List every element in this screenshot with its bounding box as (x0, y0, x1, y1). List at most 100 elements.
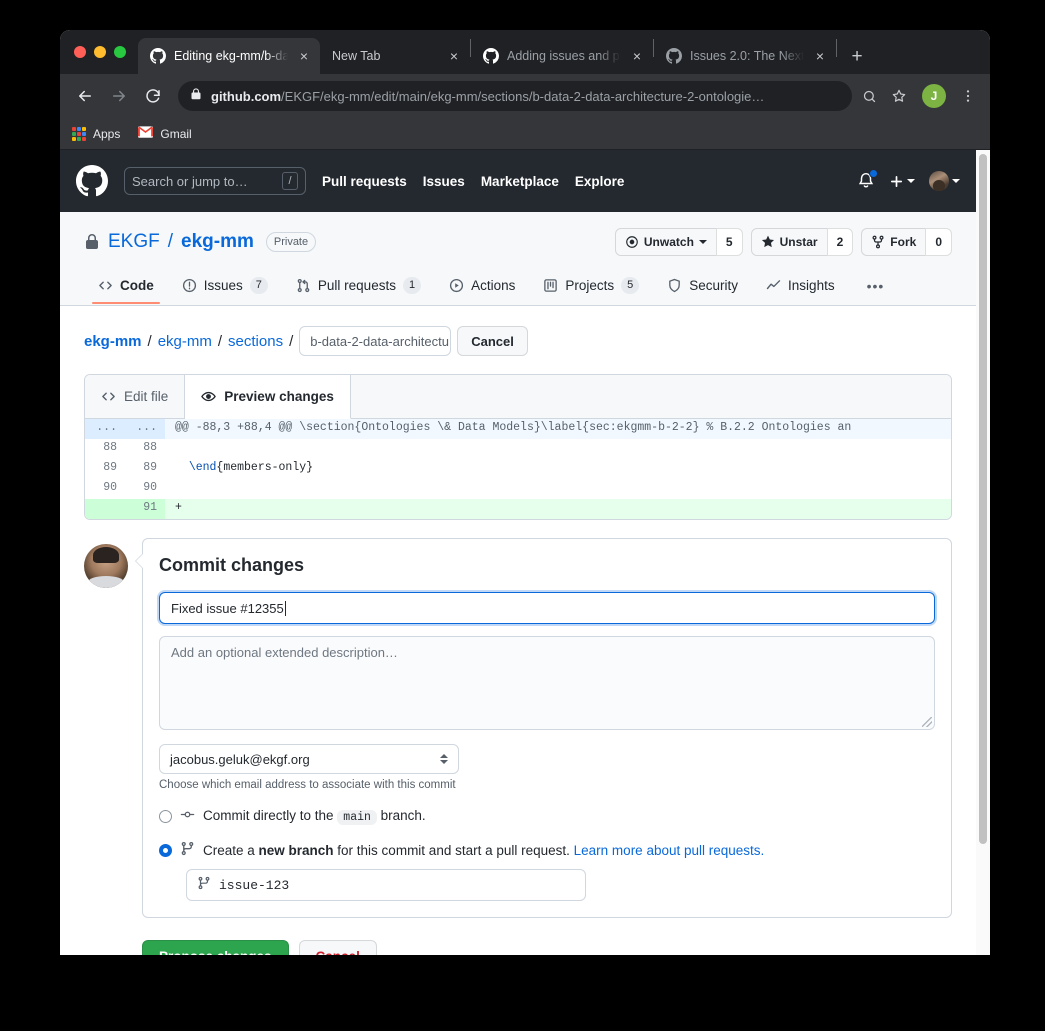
tab-code[interactable]: Code (84, 271, 168, 304)
bookmark-apps[interactable]: Apps (72, 126, 120, 141)
commit-email-select[interactable]: jacobus.geluk@ekgf.org (159, 744, 459, 774)
star-count[interactable]: 2 (826, 228, 854, 256)
browser-window: Editing ekg-mm/b-dat × New Tab × Adding … (60, 30, 990, 955)
resize-handle[interactable] (922, 717, 932, 727)
fork-count[interactable]: 0 (925, 228, 952, 256)
filename-input[interactable]: b-data-2-data-architectu (299, 326, 452, 356)
browser-tab-2[interactable]: Adding issues and pul × (471, 38, 653, 74)
tab-label: Projects (565, 278, 615, 293)
diff-line-number-right: ... (125, 419, 165, 439)
option-text-after: branch. (376, 808, 426, 823)
minimize-window-button[interactable] (94, 46, 106, 58)
tab-preview-changes[interactable]: Preview changes (185, 375, 351, 419)
search-input[interactable]: Search or jump to… / (124, 167, 306, 195)
tab-security[interactable]: Security (653, 271, 752, 304)
nav-pull-requests[interactable]: Pull requests (322, 174, 407, 189)
commit-description-input[interactable]: Add an optional extended description… (159, 636, 935, 730)
breadcrumb-item-2[interactable]: sections (228, 333, 283, 350)
new-tab-button[interactable]: + (843, 42, 871, 70)
learn-more-pull-requests-link[interactable]: Learn more about pull requests. (574, 843, 765, 858)
tab-pull-requests[interactable]: Pull requests 1 (282, 270, 435, 305)
cancel-rename-button[interactable]: Cancel (457, 326, 528, 356)
bookmarks-bar: Apps Gmail (60, 118, 990, 150)
breadcrumb: ekg-mm / ekg-mm / sections / b-data-2-da… (84, 326, 952, 356)
address-bar-url: github.com/EKGF/ekg-mm/edit/main/ekg-mm/… (211, 89, 840, 104)
kebab-menu-icon[interactable] (956, 84, 980, 108)
close-tab-icon[interactable]: × (296, 48, 312, 64)
breadcrumb-item-0[interactable]: ekg-mm (84, 333, 142, 350)
commit-section: Commit changes Fixed issue #12355 Add an… (84, 538, 952, 918)
github-mark-icon[interactable] (76, 165, 108, 197)
url-domain: github.com (211, 88, 282, 104)
tab-issues[interactable]: Issues 7 (168, 270, 282, 305)
fork-button[interactable]: Fork (861, 228, 926, 256)
global-nav: Pull requests Issues Marketplace Explore (322, 174, 624, 189)
fork-label: Fork (890, 235, 917, 249)
reload-icon[interactable] (138, 81, 168, 111)
browser-tab-0[interactable]: Editing ekg-mm/b-dat × (138, 38, 320, 74)
github-page: Search or jump to… / Pull requests Issue… (60, 150, 976, 955)
tab-projects[interactable]: Projects 5 (529, 270, 653, 305)
commit-form: Commit changes Fixed issue #12355 Add an… (135, 538, 952, 918)
propose-changes-button[interactable]: Propose changes (142, 940, 289, 955)
tab-edit-file[interactable]: Edit file (85, 375, 186, 418)
commit-summary-input[interactable]: Fixed issue #12355 (159, 592, 935, 624)
option-text-emphasis: new branch (258, 842, 334, 858)
nav-issues[interactable]: Issues (423, 174, 465, 189)
unstar-button[interactable]: Unstar (750, 228, 827, 256)
text-cursor (284, 600, 286, 616)
commit-email-value: jacobus.geluk@ekgf.org (170, 751, 310, 767)
profile-avatar[interactable]: J (922, 84, 946, 108)
bookmark-gmail[interactable]: Gmail (138, 126, 192, 141)
commit-footer-actions: Propose changes Cancel (142, 940, 952, 955)
close-window-button[interactable] (74, 46, 86, 58)
nav-explore[interactable]: Explore (575, 174, 625, 189)
diff-line-number-right: 91 (125, 499, 165, 519)
address-bar[interactable]: github.com/EKGF/ekg-mm/edit/main/ekg-mm/… (178, 81, 852, 111)
repo-name-link[interactable]: ekg-mm (181, 231, 254, 253)
apps-grid-icon (72, 126, 86, 141)
chevron-down-icon (952, 179, 960, 183)
search-placeholder: Search or jump to… (132, 173, 248, 189)
star-icon[interactable] (886, 83, 912, 109)
tab-actions[interactable]: Actions (435, 271, 529, 304)
back-arrow-icon[interactable] (70, 81, 100, 111)
close-tab-icon[interactable]: × (446, 48, 462, 64)
browser-tab-1[interactable]: New Tab × (320, 38, 470, 74)
github-icon (150, 48, 166, 64)
commit-option-new-branch[interactable]: Create a new branch for this commit and … (159, 841, 935, 859)
notification-dot (869, 169, 878, 178)
page-scrollbar[interactable] (976, 150, 990, 955)
create-new-menu[interactable] (889, 174, 915, 189)
close-tab-icon[interactable]: × (629, 48, 645, 64)
radio-create-new-branch[interactable] (159, 843, 172, 857)
user-menu[interactable] (929, 171, 960, 191)
diff-line-number-right: 89 (143, 461, 157, 474)
chevron-updown-icon (440, 754, 448, 764)
diff-code-line: + (175, 501, 182, 514)
nav-marketplace[interactable]: Marketplace (481, 174, 559, 189)
editor-tabs: Edit file Preview changes (85, 375, 951, 419)
radio-commit-directly[interactable] (159, 809, 172, 823)
tab-label: Pull requests (317, 278, 396, 293)
bell-icon[interactable] (857, 169, 878, 190)
unwatch-button[interactable]: Unwatch (614, 228, 716, 256)
repo-nav-overflow-menu[interactable]: ••• (855, 271, 897, 305)
commit-option-direct[interactable]: Commit directly to the main branch. (159, 807, 935, 825)
watch-count[interactable]: 5 (715, 228, 743, 256)
breadcrumb-item-1[interactable]: ekg-mm (158, 333, 212, 350)
new-branch-name-input[interactable]: issue-123 (186, 869, 586, 901)
diff-code-line (165, 439, 951, 459)
forward-arrow-icon[interactable] (104, 81, 134, 111)
cancel-button[interactable]: Cancel (298, 940, 377, 955)
new-branch-name-value: issue-123 (219, 877, 290, 893)
tab-insights[interactable]: Insights (752, 271, 849, 304)
breadcrumb-separator: / (147, 332, 152, 350)
scrollbar-thumb[interactable] (979, 154, 987, 844)
zoom-out-icon[interactable] (856, 83, 882, 109)
maximize-window-button[interactable] (114, 46, 126, 58)
browser-tab-3[interactable]: Issues 2.0: The Next G × (654, 38, 836, 74)
close-tab-icon[interactable]: × (812, 48, 828, 64)
tab-label: Security (689, 278, 739, 293)
repo-owner-link[interactable]: EKGF (108, 231, 160, 253)
